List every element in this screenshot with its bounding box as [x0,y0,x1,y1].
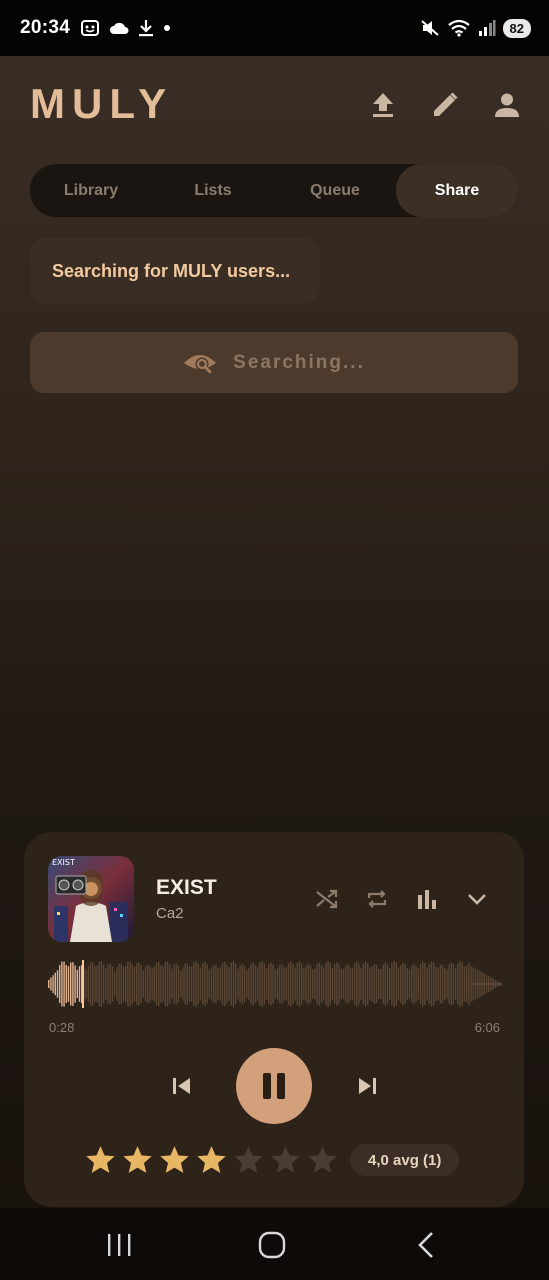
tab-lists[interactable]: Lists [152,164,274,217]
player-actions [314,886,490,912]
signal-icon [478,20,496,36]
transport-controls [24,1048,524,1124]
edit-button[interactable] [429,88,461,122]
collapse-player-button[interactable] [464,886,490,912]
shuffle-icon [316,889,338,909]
home-button[interactable] [256,1230,288,1260]
back-icon [418,1232,433,1258]
search-status-text: Searching for MULY users... [52,260,291,281]
chevron-down-icon [468,894,486,905]
bar-chart-icon [418,890,436,909]
svg-text:EXIST: EXIST [52,858,75,867]
search-label: Searching... [233,351,365,373]
album-art-image: EXIST [48,856,134,942]
previous-button[interactable] [170,1072,194,1100]
skip-next-icon [359,1078,376,1094]
status-bar: 20:34 82 [0,0,549,56]
recent-apps-button[interactable] [103,1230,135,1260]
tab-bar: Library Lists Queue Share [30,164,518,217]
star-4-icon[interactable] [195,1144,228,1177]
star-1-icon[interactable] [84,1144,117,1177]
home-icon [258,1231,286,1259]
album-art[interactable]: EXIST [48,856,134,942]
screenshot-icon [81,20,100,36]
eye-search-icon [184,354,217,373]
current-time: 0:28 [49,1020,75,1035]
repeat-icon [367,890,387,908]
tab-queue[interactable]: Queue [274,164,396,217]
star-7-icon[interactable] [306,1144,339,1177]
now-playing-card: EXIST EXIST Ca2 0:28 6:06 4,0 avg (1) [24,832,524,1207]
waveform-seekbar[interactable] [48,960,502,1008]
repeat-button[interactable] [364,886,390,912]
notification-dot-icon [164,25,171,31]
total-time: 6:06 [474,1020,500,1035]
profile-button[interactable] [491,88,523,122]
back-button[interactable] [410,1230,442,1260]
star-6-icon[interactable] [269,1144,302,1177]
pause-icon [263,1073,285,1099]
person-icon [495,93,519,117]
next-button[interactable] [355,1072,379,1100]
playhead[interactable] [82,960,84,1008]
search-status-card: Searching for MULY users... [30,238,320,304]
battery-badge: 82 [502,18,531,38]
mute-icon [420,20,439,36]
tab-library[interactable]: Library [30,164,152,217]
download-icon [139,20,154,37]
shuffle-button[interactable] [314,886,340,912]
star-3-icon[interactable] [158,1144,191,1177]
recents-icon [108,1234,131,1256]
pencil-icon [434,92,458,116]
rating-average-badge: 4,0 avg (1) [350,1144,460,1176]
track-artist: Ca2 [156,905,184,922]
wifi-icon [447,19,470,37]
app-title: MULY [30,80,174,127]
status-time: 20:34 [20,17,71,38]
system-nav-bar [0,1208,549,1280]
stats-button[interactable] [414,886,440,912]
upload-icon [373,93,393,117]
star-rating [84,1144,339,1177]
skip-previous-icon [173,1078,190,1094]
track-title: EXIST [156,876,217,899]
search-users-button[interactable]: Searching... [30,332,518,393]
star-5-icon[interactable] [232,1144,265,1177]
cloud-icon [110,22,129,34]
tab-share[interactable]: Share [396,164,518,217]
star-2-icon[interactable] [121,1144,154,1177]
header-actions [367,88,523,122]
pause-button[interactable] [236,1048,312,1124]
upload-button[interactable] [367,88,399,122]
